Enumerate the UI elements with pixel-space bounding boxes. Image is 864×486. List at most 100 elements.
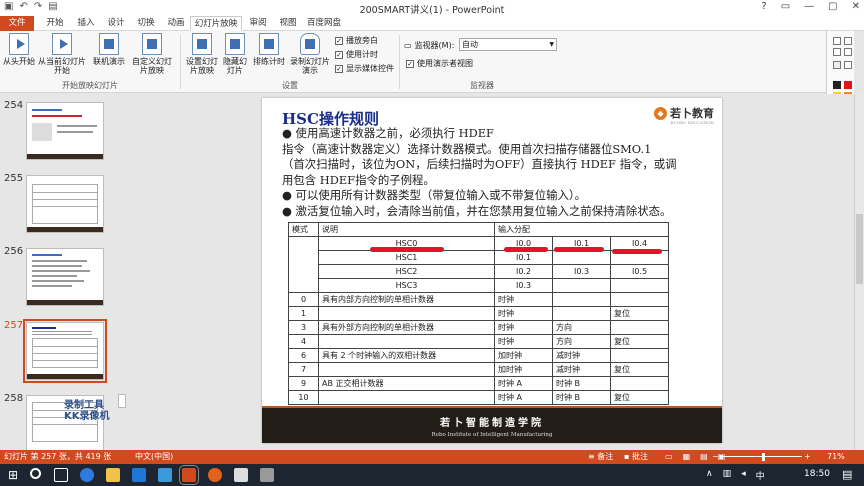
table-row: 9 AB 正交相计数器 时钟 A 时钟 B (288, 376, 669, 391)
present-online-label: 联机演示 (93, 57, 125, 66)
slide-thumbnail[interactable] (26, 102, 104, 160)
ribbon-options-icon[interactable]: ▭ (781, 1, 790, 12)
store-icon[interactable] (132, 468, 146, 482)
red-ink-stroke (504, 247, 548, 252)
app-icon[interactable] (234, 468, 248, 482)
clock[interactable]: 18:50 (804, 469, 830, 479)
zoom-out-icon[interactable]: − (712, 450, 719, 464)
tab-review[interactable]: 审阅 (244, 16, 272, 31)
windows-start-icon[interactable]: ⊞ (8, 468, 22, 482)
thumb-line (32, 280, 84, 282)
table-cell (552, 292, 611, 307)
help-icon[interactable]: ? (761, 1, 766, 12)
table-cell: 时钟 B (552, 390, 611, 405)
use-timings-checkbox[interactable]: ✓ 使用计时 (335, 49, 378, 60)
network-icon[interactable]: ▥ (723, 469, 732, 482)
thumb-footer (27, 374, 103, 379)
table-cell: 减时钟 (552, 362, 611, 377)
recorder-app-icon[interactable] (260, 468, 274, 482)
tab-file[interactable]: 文件 (0, 16, 34, 31)
search-icon[interactable] (30, 468, 41, 479)
body-line: 用包含 HDEF指令的子例程。 (282, 172, 435, 187)
language-status[interactable]: 中文(中国) (135, 450, 173, 464)
slide-thumbnail-selected[interactable] (23, 319, 107, 383)
comments-button[interactable]: ▪ 批注 (624, 450, 648, 464)
mode-number: 6 (288, 348, 319, 363)
present-online-button[interactable]: 联机演示 (90, 33, 128, 66)
notification-icon[interactable]: ▤ (842, 468, 852, 481)
table-row: 7 加时钟 减时钟 复位 (288, 362, 669, 377)
slide-canvas[interactable]: HSC操作规则 ◆ 若卜教育 RUOBU EDUCATION ● 使用高速计数器… (262, 98, 722, 443)
tab-transitions[interactable]: 切换 (132, 16, 160, 31)
slide-thumbnails-panel[interactable]: 254 255 256 257 258 (0, 94, 127, 450)
slide-number: 256 (4, 246, 24, 257)
ink-tool-icon[interactable] (833, 61, 841, 69)
tab-animations[interactable]: 动画 (162, 16, 190, 31)
monitor-select[interactable]: 自动 ▼ (459, 38, 557, 51)
tab-slideshow[interactable]: 幻灯片放映 (190, 16, 242, 31)
zoom-percent[interactable]: 71% (827, 450, 845, 464)
thumb-footer (27, 300, 103, 305)
color-swatch-black[interactable] (833, 81, 841, 89)
ink-tool-icon[interactable] (844, 37, 852, 45)
rehearse-timings-button[interactable]: 排练计时 (252, 33, 286, 66)
file-explorer-icon[interactable] (106, 468, 120, 482)
hide-slide-button[interactable]: 隐藏幻灯片 (222, 33, 248, 75)
play-narrations-checkbox[interactable]: ✓ 播放旁白 (335, 35, 378, 46)
volume-icon[interactable]: ◂ (741, 469, 746, 482)
task-view-icon[interactable] (54, 468, 68, 482)
reading-view-icon[interactable]: ▤ (700, 450, 708, 464)
slide-sorter-icon[interactable]: ▦ (683, 450, 691, 464)
tab-baidu-netdisk[interactable]: 百度网盘 (304, 16, 344, 31)
edge-browser-icon[interactable] (80, 468, 94, 482)
color-swatch-red[interactable] (844, 81, 852, 89)
ink-tool-icon[interactable] (844, 61, 852, 69)
zoom-knob[interactable] (762, 453, 765, 461)
ink-tool-icon[interactable] (833, 37, 841, 45)
notes-button[interactable]: ≡ 备注 (588, 450, 613, 464)
table-cell: 复位 (610, 390, 669, 405)
record-slideshow-button[interactable]: 录制幻灯片演示 (288, 33, 332, 75)
zoom-slider[interactable]: − + (712, 450, 812, 464)
mode-desc (318, 334, 495, 349)
body-line: ● 激活复位输入时，会清除当前值，并在您禁用复位输入之前保持清除状态。 (282, 203, 672, 218)
app-icon[interactable] (208, 468, 222, 482)
zoom-in-icon[interactable]: + (804, 450, 811, 464)
table-cell: 减时钟 (552, 348, 611, 363)
tab-home[interactable]: 开始 (40, 16, 70, 31)
panel-scrollbar[interactable] (118, 394, 126, 408)
presenter-view-checkbox[interactable]: ✓ 使用演示者视图 (406, 58, 473, 69)
close-icon[interactable]: ✕ (852, 1, 860, 12)
chevron-up-icon[interactable]: ∧ (706, 469, 713, 482)
maximize-icon[interactable]: ▢ (828, 1, 837, 12)
setup-slideshow-button[interactable]: 设置幻灯片放映 (184, 33, 220, 75)
tab-view[interactable]: 视图 (274, 16, 302, 31)
table-row: 1 时钟 复位 (288, 306, 669, 321)
scrollbar-thumb[interactable] (856, 214, 863, 284)
ime-indicator[interactable]: 中 (756, 469, 765, 482)
ink-tool-icon[interactable] (844, 48, 852, 56)
thumb-image (32, 123, 52, 141)
from-current-button[interactable]: 从当前幻灯片开始 (37, 33, 87, 75)
vertical-scrollbar[interactable] (854, 94, 864, 450)
slide-thumbnail[interactable] (26, 175, 104, 233)
powerpoint-icon[interactable] (179, 465, 199, 485)
show-media-controls-checkbox[interactable]: ✓ 显示媒体控件 (335, 63, 394, 74)
ink-tool-icon[interactable] (833, 48, 841, 56)
thumb-line (57, 125, 97, 127)
mode-desc: 具有 2 个时钟输入的双相计数器 (318, 348, 495, 363)
slide-number: 257 (4, 320, 24, 331)
table-cell (552, 306, 611, 321)
app-icon[interactable] (158, 468, 172, 482)
notes-label: 备注 (597, 452, 614, 461)
custom-slideshow-button[interactable]: 自定义幻灯片放映 (130, 33, 174, 75)
slide-thumbnail[interactable] (26, 248, 104, 306)
from-beginning-button[interactable]: 从头开始 (2, 33, 36, 66)
tab-insert[interactable]: 插入 (72, 16, 100, 31)
use-timings-label: 使用计时 (346, 50, 378, 59)
table-cell: 时钟 (494, 320, 553, 335)
minimize-icon[interactable]: — (804, 1, 814, 12)
tab-design[interactable]: 设计 (102, 16, 130, 31)
hide-slide-label: 隐藏幻灯片 (223, 57, 247, 75)
normal-view-icon[interactable]: ▭ (665, 450, 673, 464)
